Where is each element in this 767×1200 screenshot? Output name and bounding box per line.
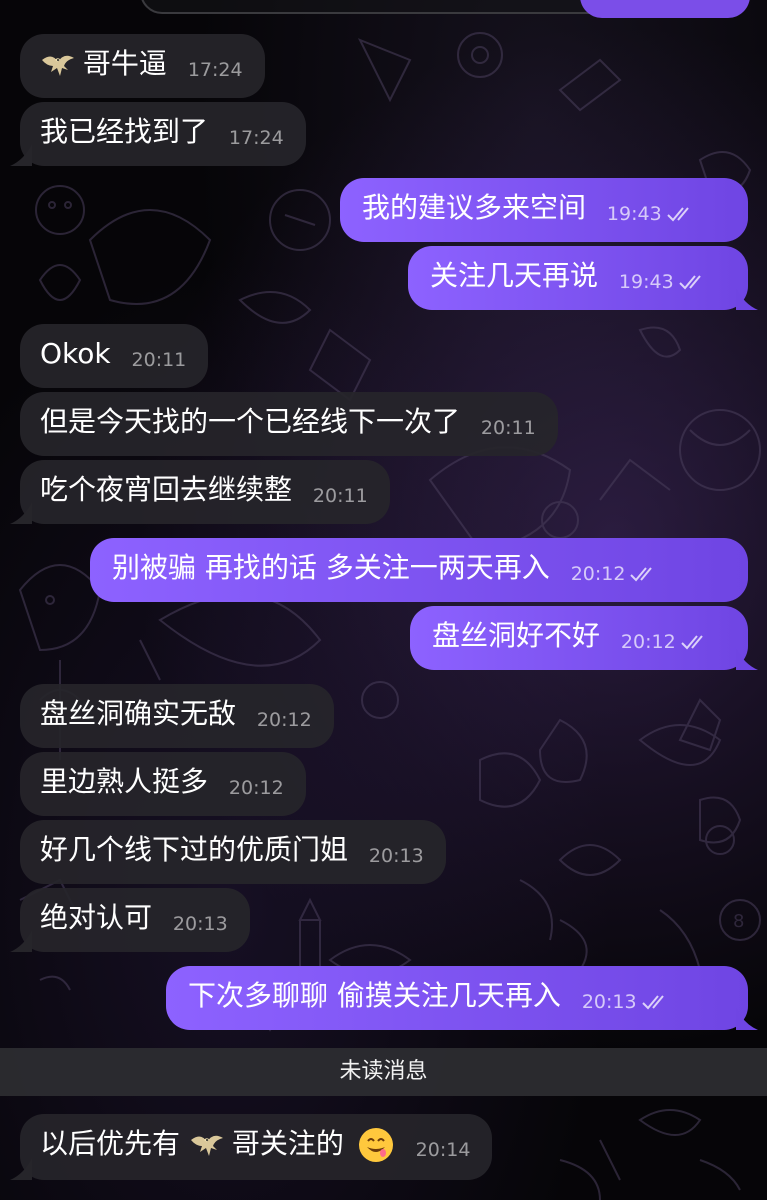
incoming-message-bubble[interactable]: 盘丝洞确实无敌 20:12 (20, 684, 334, 748)
message-time: 19:43 (606, 203, 662, 225)
message-text: 别被骗 再找的话 多关注一两天再入 (112, 551, 550, 584)
bubble-tail (10, 1158, 32, 1180)
incoming-message-bubble[interactable]: 里边熟人挺多 20:12 (20, 752, 306, 816)
message-time: 20:12 (620, 631, 676, 653)
incoming-message-bubble[interactable]: 绝对认可 20:13 (10, 888, 250, 952)
message-text: 好几个线下过的优质门姐 (40, 833, 349, 866)
incoming-message-bubble[interactable]: 哥牛逼 17:24 (20, 34, 265, 98)
outgoing-message-bubble[interactable]: 别被骗 再找的话 多关注一两天再入 20:12 (90, 538, 748, 602)
eagle-icon (190, 1135, 223, 1156)
outgoing-message-bubble[interactable]: 盘丝洞好不好 20:12 (410, 606, 758, 670)
message-text: 我的建议多来空间 (362, 191, 587, 224)
read-double-check-icon (680, 635, 703, 650)
previous-outgoing-bubble-partial[interactable] (580, 0, 750, 18)
message-time: 20:11 (312, 485, 368, 507)
read-double-check-icon (666, 207, 689, 222)
unread-messages-divider: 未读消息 (0, 1048, 767, 1096)
message-text: 里边熟人挺多 (40, 765, 209, 798)
svg-text:8: 8 (733, 911, 744, 932)
message-time: 20:11 (131, 349, 187, 371)
message-text: 哥牛逼 (82, 47, 167, 80)
incoming-message-bubble[interactable]: 吃个夜宵回去继续整 20:11 (10, 460, 390, 524)
message-text: 我已经找到了 (40, 115, 209, 148)
outgoing-message-bubble[interactable]: 我的建议多来空间 19:43 (340, 178, 748, 242)
outgoing-message-bubble[interactable]: 下次多聊聊 偷摸关注几天再入 20:13 (166, 966, 758, 1030)
message-text-part-1: 以后优先有 (40, 1127, 181, 1160)
message-time: 17:24 (228, 127, 284, 149)
message-time: 20:13 (172, 913, 228, 935)
bubble-tail (10, 930, 32, 952)
incoming-message-bubble[interactable]: 但是今天找的一个已经线下一次了 20:11 (20, 392, 558, 456)
message-text: Okok (40, 337, 111, 370)
eagle-icon (42, 55, 74, 76)
smiling-face-emoji-icon (358, 1128, 393, 1162)
message-time: 20:12 (570, 563, 626, 585)
incoming-message-bubble[interactable]: 好几个线下过的优质门姐 20:13 (20, 820, 446, 884)
message-time: 20:12 (256, 709, 312, 731)
message-text: 但是今天找的一个已经线下一次了 (40, 405, 461, 438)
message-text: 吃个夜宵回去继续整 (40, 473, 293, 506)
message-text-part-2: 哥关注的 (231, 1127, 344, 1160)
message-text: 下次多聊聊 偷摸关注几天再入 (188, 979, 561, 1012)
bubble-tail (736, 648, 758, 670)
incoming-message-bubble[interactable]: Okok 20:11 (20, 324, 209, 388)
read-double-check-icon (630, 567, 653, 582)
message-text: 关注几天再说 (430, 259, 599, 292)
incoming-message-bubble[interactable]: 我已经找到了 17:24 (10, 102, 306, 166)
message-text: 盘丝洞确实无敌 (40, 697, 237, 730)
message-time: 19:43 (618, 271, 674, 293)
chat-screen: 8 哥牛逼 17:24 我已经找到了 17:24 我的建议多来空间 19:43 … (0, 0, 767, 1200)
bubble-tail (736, 288, 758, 310)
bubble-tail (10, 144, 32, 166)
outgoing-message-bubble[interactable]: 关注几天再说 19:43 (408, 246, 758, 310)
message-time: 20:13 (368, 845, 424, 867)
bubble-tail (10, 502, 32, 524)
bubble-tail (736, 1008, 758, 1030)
read-double-check-icon (678, 275, 701, 290)
read-double-check-icon (641, 995, 664, 1010)
message-time: 20:14 (415, 1139, 471, 1161)
message-time: 20:13 (581, 991, 637, 1013)
message-text: 盘丝洞好不好 (432, 619, 601, 652)
message-time: 20:11 (480, 417, 536, 439)
incoming-message-bubble[interactable]: 以后优先有 哥关注的 20:14 (10, 1114, 493, 1180)
message-time: 20:12 (228, 777, 284, 799)
message-time: 17:24 (187, 59, 243, 81)
message-text: 绝对认可 (40, 901, 153, 934)
